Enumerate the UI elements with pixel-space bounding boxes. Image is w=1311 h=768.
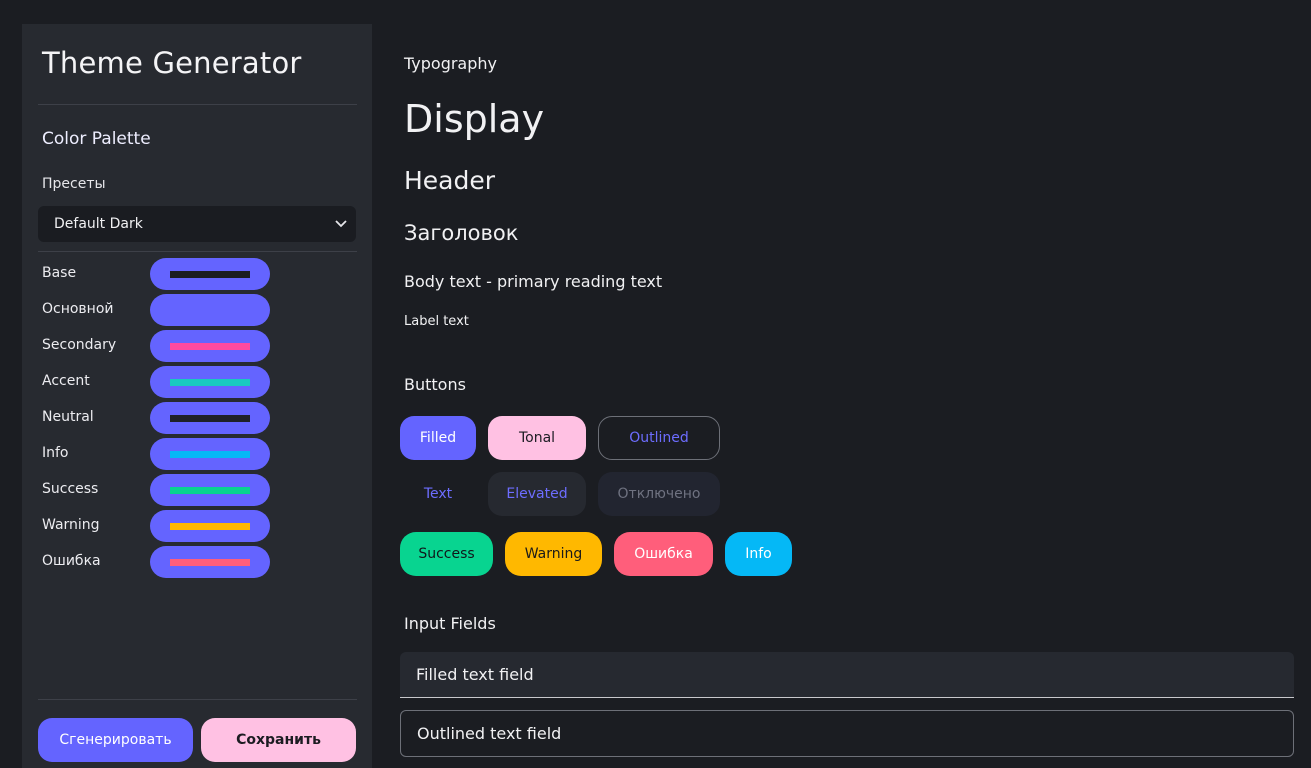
color-row: Secondary [42,330,272,362]
color-swatch-button[interactable] [150,474,270,506]
color-row-label: Success [42,481,99,497]
elevated-button[interactable]: Elevated [488,472,586,516]
sidebar: Theme Generator Color Palette Пресеты De… [22,24,372,768]
warning-button[interactable]: Warning [505,532,602,576]
color-swatch-button[interactable] [150,510,270,542]
color-row: Base [42,258,272,290]
color-row: Warning [42,510,272,542]
preview-panel: Typography Display Header Заголовок Body… [372,0,1311,768]
color-swatch-bar [170,271,250,278]
color-swatch-button[interactable] [150,294,270,326]
color-swatch-button[interactable] [150,438,270,470]
color-row: Ошибка [42,546,272,578]
app-root: Theme Generator Color Palette Пресеты De… [0,0,1311,768]
color-swatch-bar [170,415,250,422]
divider [38,104,357,105]
buttons-heading: Buttons [404,375,466,394]
save-button[interactable]: Сохранить [201,718,356,762]
color-swatch-bar [170,523,250,530]
color-row-label: Warning [42,517,100,533]
filled-button[interactable]: Filled [400,416,476,460]
color-swatch-button[interactable] [150,258,270,290]
color-row-label: Accent [42,373,90,389]
color-row: Основной [42,294,272,326]
color-row-label: Secondary [42,337,117,353]
preset-select[interactable]: Default Dark [38,206,356,242]
tonal-button[interactable]: Tonal [488,416,586,460]
text-button[interactable]: Text [400,472,476,516]
display-sample: Display [404,97,545,141]
info-button[interactable]: Info [725,532,792,576]
color-row-label: Основной [42,301,114,317]
color-row: Neutral [42,402,272,434]
color-row-label: Neutral [42,409,94,425]
generate-button[interactable]: Сгенерировать [38,718,193,762]
inputs-heading: Input Fields [404,614,496,633]
color-row-label: Base [42,265,77,281]
outlined-button[interactable]: Outlined [598,416,720,460]
color-row: Accent [42,366,272,398]
typography-heading: Typography [404,54,497,73]
header-sample: Header [404,166,496,195]
color-swatch-button[interactable] [150,402,270,434]
divider [38,251,357,252]
label-sample: Label text [404,314,469,329]
color-swatch-bar [170,343,250,350]
title-sample: Заголовок [404,221,519,245]
presets-label: Пресеты [42,176,106,192]
color-swatch-bar [170,451,250,458]
color-row: Success [42,474,272,506]
filled-text-field[interactable]: Filled text field [400,652,1294,698]
outlined-text-field-label: Outlined text field [417,724,562,743]
color-swatch-button[interactable] [150,366,270,398]
color-swatch-bar [170,487,250,494]
color-swatch-button[interactable] [150,546,270,578]
preset-select-value: Default Dark [54,216,143,232]
disabled-button: Отключено [598,472,720,516]
sidebar-title: Theme Generator [42,46,302,80]
color-row: Info [42,438,272,470]
error-button[interactable]: Ошибка [614,532,713,576]
color-swatch-bar [170,379,250,386]
chevron-down-icon [335,220,347,228]
success-button[interactable]: Success [400,532,493,576]
color-swatch-bar [170,559,250,566]
color-row-label: Info [42,445,69,461]
outlined-text-field[interactable]: Outlined text field [400,710,1294,757]
color-swatch-button[interactable] [150,330,270,362]
body-sample: Body text - primary reading text [404,272,663,291]
filled-text-field-label: Filled text field [416,665,534,684]
divider [38,699,357,700]
color-swatch-bar [170,307,250,314]
color-row-label: Ошибка [42,553,101,569]
palette-heading: Color Palette [42,129,151,149]
